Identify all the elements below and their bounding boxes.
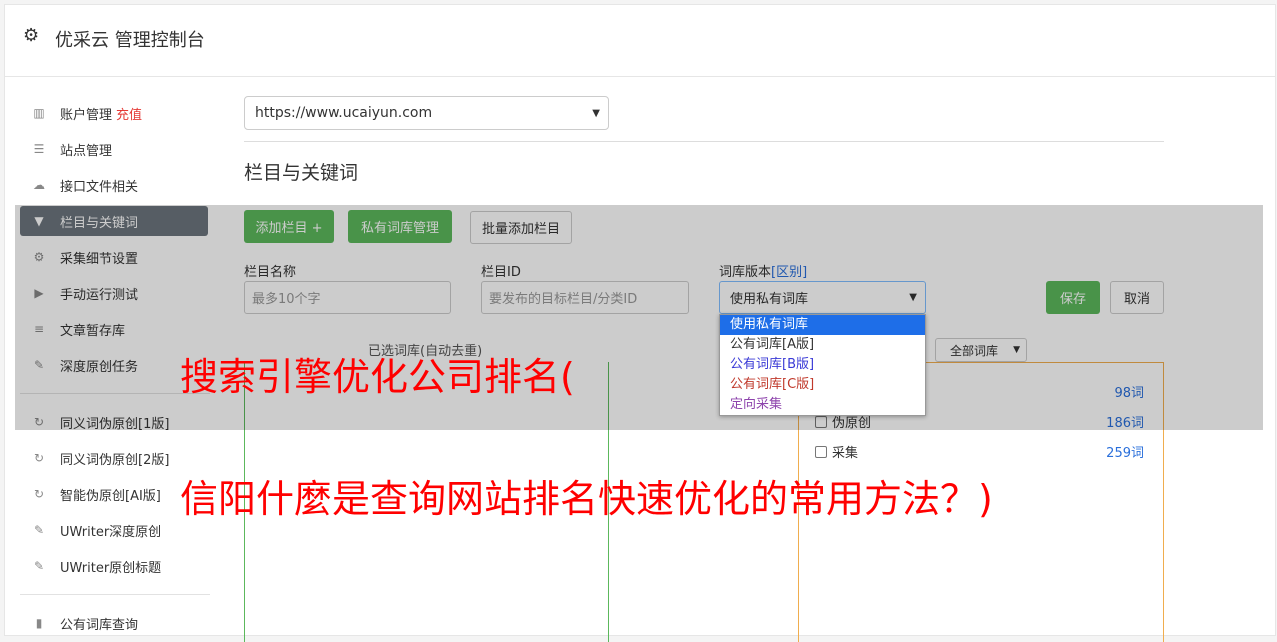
sidebar-item-label: 深度原创任务 xyxy=(60,359,139,375)
lib-count[interactable]: 98词 xyxy=(1084,382,1144,401)
lib-row-label: 采集 xyxy=(832,446,859,461)
sidebar-item-label: 公有词库查询 xyxy=(60,617,139,633)
sidebar-divider xyxy=(20,594,210,595)
column-name-label: 栏目名称 xyxy=(244,265,297,280)
cloud-upload-icon: ☁ xyxy=(33,178,45,192)
chevron-down-icon: ▼ xyxy=(909,292,917,303)
sidebar-item-uwriter-title[interactable]: ✎ UWriter原创标题 xyxy=(20,551,208,581)
edit-icon: ✎ xyxy=(33,358,45,372)
sidebar-item-label: 采集细节设置 xyxy=(60,251,139,267)
sidebar-item-label: 手动运行测试 xyxy=(60,287,139,303)
book-icon: ▮ xyxy=(35,616,43,630)
lib-count[interactable]: 186词 xyxy=(1084,412,1144,431)
section-title: 栏目与关键词 xyxy=(244,162,359,184)
lib-version-select[interactable]: 使用私有词库 ▼ xyxy=(719,281,926,314)
edit-icon: ✎ xyxy=(33,559,45,573)
database-icon: ≡ xyxy=(33,322,45,336)
sidebar-item-collect-settings[interactable]: ⚙ 采集细节设置 xyxy=(20,242,208,272)
divider xyxy=(244,141,1164,142)
sidebar-item-label: UWriter原创标题 xyxy=(60,560,162,576)
sidebar-item-interface[interactable]: ☁ 接口文件相关 xyxy=(20,170,208,200)
sidebar-item-label: 接口文件相关 xyxy=(60,179,139,195)
page-title: 优采云 管理控制台 xyxy=(55,30,205,51)
checkbox[interactable] xyxy=(815,445,827,458)
batch-add-button[interactable]: 批量添加栏目 xyxy=(470,211,572,244)
lib-row[interactable]: 采集 xyxy=(815,442,858,461)
checkbox[interactable] xyxy=(815,415,827,428)
watermark-line-2: 信阳什麼是查询网站排名快速优化的常用方法？) xyxy=(180,477,993,521)
add-column-button[interactable]: 添加栏目 + xyxy=(244,210,334,243)
dropdown-option[interactable]: 使用私有词库 xyxy=(720,315,925,335)
chevron-down-icon: ▼ xyxy=(592,107,600,119)
lib-filter-select[interactable]: 全部词库 ▼ xyxy=(935,338,1027,362)
sidebar-item-label: 站点管理 xyxy=(60,143,113,159)
lib-filter-value: 全部词库 xyxy=(950,343,999,358)
dropdown-option[interactable]: 公有词库[B版] xyxy=(720,355,925,375)
sidebar-item-label: 同义词伪原创[1版] xyxy=(60,416,170,432)
sidebar-item-article-store[interactable]: ≡ 文章暂存库 xyxy=(20,314,208,344)
column-id-label: 栏目ID xyxy=(481,265,521,280)
column-id-input[interactable]: 要发布的目标栏目/分类ID xyxy=(481,281,689,314)
lib-version-dropdown[interactable]: 使用私有词库 公有词库[A版] 公有词库[B版] 公有词库[C版] 定向采集 xyxy=(719,314,926,416)
sidebar-item-label: 账户管理 xyxy=(60,107,113,123)
difference-link[interactable]: [区别] xyxy=(771,265,807,280)
lib-version-value: 使用私有词库 xyxy=(730,292,809,307)
sidebar-item-sites[interactable]: ☰ 站点管理 xyxy=(20,134,208,164)
site-select-value: https://www.ucaiyun.com xyxy=(255,105,433,121)
bar-chart-icon: ▥ xyxy=(33,106,45,120)
sidebar-item-columns[interactable]: ▼ 栏目与关键词 xyxy=(20,206,208,236)
site-select[interactable]: https://www.ucaiyun.com ▼ xyxy=(244,96,609,130)
header: ⚙ 优采云 管理控制台 xyxy=(5,5,1275,77)
sidebar-item-account[interactable]: ▥ 账户管理 充值 xyxy=(20,98,208,128)
sidebar-item-label: 同义词伪原创[2版] xyxy=(60,452,170,468)
sidebar-item-label: 文章暂存库 xyxy=(60,323,126,339)
sidebar-item-label: 栏目与关键词 xyxy=(60,215,139,231)
lib-version-text: 词库版本 xyxy=(719,265,772,280)
refresh-icon: ↻ xyxy=(33,487,45,501)
column-name-input[interactable]: 最多10个字 xyxy=(244,281,451,314)
recharge-link[interactable]: 充值 xyxy=(116,104,142,123)
sidebar-item-synonym-v1[interactable]: ↻ 同义词伪原创[1版] xyxy=(20,407,208,437)
dropdown-option[interactable]: 公有词库[C版] xyxy=(720,375,925,395)
sidebar-item-label: UWriter深度原创 xyxy=(60,524,162,540)
edit-icon: ✎ xyxy=(33,523,45,537)
cancel-button[interactable]: 取消 xyxy=(1110,281,1164,314)
filter-icon: ▼ xyxy=(34,214,44,228)
server-icon: ☰ xyxy=(33,142,45,156)
sidebar-item-label: 智能伪原创[AI版] xyxy=(60,488,161,504)
lib-count[interactable]: 259词 xyxy=(1084,442,1144,461)
private-lib-button[interactable]: 私有词库管理 xyxy=(348,210,452,243)
play-circle-icon: ▶ xyxy=(34,286,44,300)
chevron-down-icon: ▼ xyxy=(1013,345,1020,355)
watermark-line-1: 搜索引擎优化公司排名( xyxy=(180,355,575,399)
refresh-icon: ↻ xyxy=(33,451,45,465)
cogs-icon: ⚙ xyxy=(33,250,45,264)
dropdown-option[interactable]: 定向采集 xyxy=(720,395,925,415)
save-button[interactable]: 保存 xyxy=(1046,281,1100,314)
lib-version-label: 词库版本[区别] xyxy=(719,261,807,280)
sidebar-item-public-lib[interactable]: ▮ 公有词库查询 xyxy=(20,608,208,638)
sidebar-item-manual-run[interactable]: ▶ 手动运行测试 xyxy=(20,278,208,308)
dropdown-option[interactable]: 公有词库[A版] xyxy=(720,335,925,355)
gear-icon: ⚙ xyxy=(23,25,40,46)
refresh-icon: ↻ xyxy=(33,415,45,429)
